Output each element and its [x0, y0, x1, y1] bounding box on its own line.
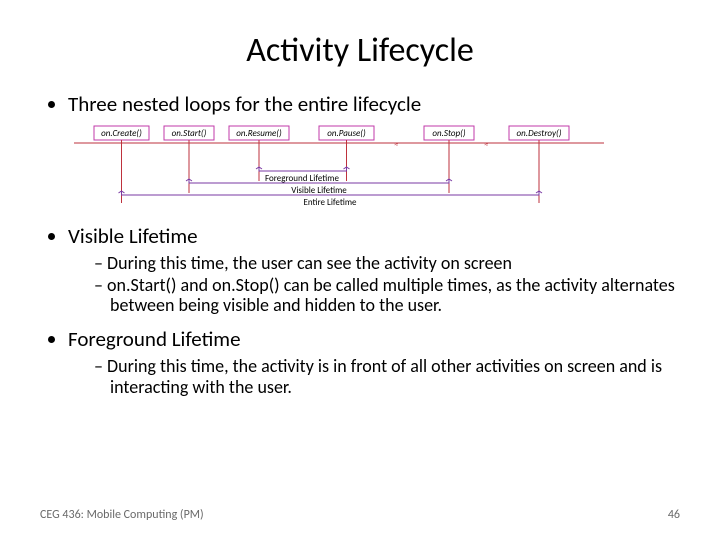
- sublist-visible: During this time, the user can see the a…: [68, 253, 680, 316]
- bullet-list: Three nested loops for the entire lifecy…: [40, 91, 680, 117]
- callback-oncreate: on.Create(): [101, 128, 142, 139]
- bullet-foreground-lifetime: Foreground Lifetime During this time, th…: [68, 326, 680, 397]
- callback-onstop: on.Stop(): [432, 128, 465, 139]
- footer-course: CEG 436: Mobile Computing (PM): [40, 508, 204, 522]
- callback-onresume: on.Resume(): [236, 128, 282, 139]
- sub-visible-1: During this time, the user can see the a…: [94, 253, 680, 274]
- bullet-nested-loops: Three nested loops for the entire lifecy…: [68, 91, 680, 117]
- bullet-visible-lifetime: Visible Lifetime During this time, the u…: [68, 223, 680, 316]
- bullet-visible-lifetime-text: Visible Lifetime: [68, 223, 198, 249]
- lifecycle-diagram: on.Create() on.Start() on.Resume() on.Pa…: [74, 123, 680, 209]
- sub-foreground-1: During this time, the activity is in fro…: [94, 356, 680, 397]
- bullet-foreground-lifetime-text: Foreground Lifetime: [68, 326, 241, 352]
- label-entire: Entire Lifetime: [303, 197, 357, 208]
- lifecycle-svg: on.Create() on.Start() on.Resume() on.Pa…: [74, 123, 604, 209]
- label-foreground: Foreground Lifetime: [265, 173, 339, 184]
- slide-title: Activity Lifecycle: [40, 30, 680, 71]
- svg-text:≈: ≈: [484, 139, 488, 150]
- footer-page: 46: [668, 508, 680, 522]
- sub-visible-2: on.Start() and on.Stop() can be called m…: [94, 275, 680, 316]
- callback-onstart: on.Start(): [172, 128, 207, 139]
- sublist-foreground: During this time, the activity is in fro…: [68, 356, 680, 397]
- callback-ondestroy: on.Destroy(): [517, 128, 562, 139]
- slide: Activity Lifecycle Three nested loops fo…: [0, 0, 720, 540]
- bullet-list-2: Visible Lifetime During this time, the u…: [40, 223, 680, 397]
- callback-onpause: on.Pause(): [327, 128, 366, 139]
- label-visible: Visible Lifetime: [291, 185, 347, 196]
- svg-text:≈: ≈: [394, 139, 398, 150]
